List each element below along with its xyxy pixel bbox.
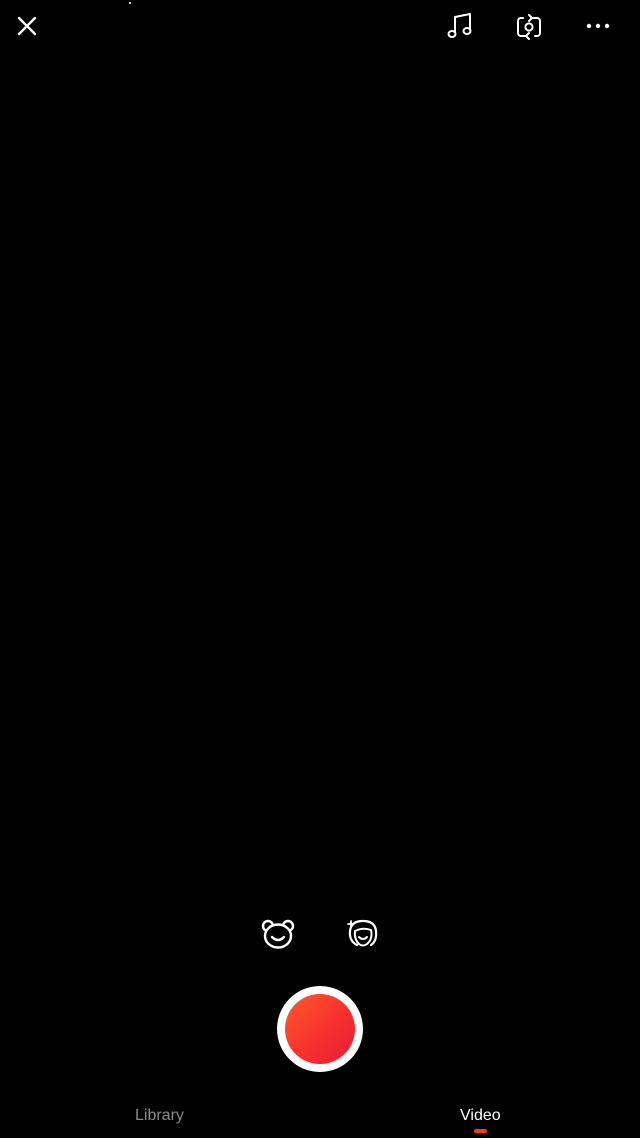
record-button[interactable] bbox=[277, 986, 363, 1072]
bear-sticker-icon bbox=[261, 919, 295, 949]
effects-row bbox=[0, 912, 640, 958]
music-note-icon bbox=[447, 13, 472, 38]
music-button[interactable] bbox=[440, 6, 480, 46]
sticker-button[interactable] bbox=[258, 914, 298, 954]
active-tab-indicator bbox=[474, 1129, 487, 1133]
more-options-button[interactable] bbox=[578, 6, 618, 46]
top-toolbar bbox=[0, 0, 640, 54]
mode-tabs: Library Video bbox=[0, 1100, 640, 1138]
tab-library[interactable]: Library bbox=[135, 1106, 184, 1126]
close-button[interactable] bbox=[7, 6, 47, 46]
camera-flip-icon bbox=[517, 14, 541, 40]
camera-flip-button[interactable] bbox=[509, 6, 549, 46]
tab-video[interactable]: Video bbox=[460, 1106, 501, 1126]
camera-screen: Library Video bbox=[0, 0, 640, 1138]
more-horizontal-icon bbox=[586, 23, 610, 29]
record-button-core bbox=[285, 994, 355, 1064]
beauty-button[interactable] bbox=[343, 914, 383, 954]
close-icon bbox=[17, 16, 37, 36]
beauty-face-icon bbox=[347, 919, 378, 947]
